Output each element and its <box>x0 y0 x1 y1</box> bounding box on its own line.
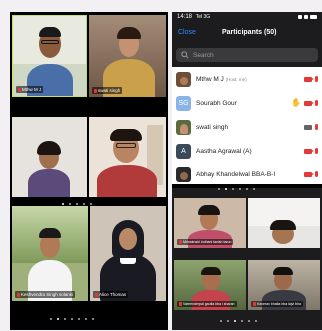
avatar <box>176 71 191 87</box>
muted-mic-icon <box>179 302 182 306</box>
video-off-icon[interactable] <box>304 100 314 106</box>
participant-name: Sourabh Gour <box>196 99 237 107</box>
person-hair <box>117 27 141 39</box>
participant-name-tag: Vareenderpal gautla bba i sharan <box>177 301 237 307</box>
participant-name-tag: Mrinaknshi lodhani tanish tarun <box>177 239 234 245</box>
participant-name-tag: swati singh <box>92 87 123 94</box>
person-head <box>119 228 137 250</box>
participant-name-tag: Keshvendra Singh solanki <box>15 291 76 298</box>
video-on-icon[interactable] <box>304 124 312 130</box>
muted-mic-icon[interactable] <box>315 171 318 177</box>
video-tile-5[interactable]: Keshvendra Singh solanki <box>12 206 88 301</box>
participant-row[interactable]: Mthw M J (Host, me) <box>172 67 322 91</box>
search-placeholder: Search <box>193 51 214 59</box>
muted-mic-icon <box>253 302 256 306</box>
video-off-icon[interactable] <box>304 171 314 177</box>
person-body <box>262 290 306 310</box>
participant-name-tag: Mthw M J <box>16 86 44 93</box>
video-tile-9[interactable]: Vareenderpal gautla bba i sharan <box>174 260 246 310</box>
video-tile-3[interactable] <box>12 117 87 197</box>
participant-row[interactable]: swati singh <box>172 115 322 139</box>
participant-row[interactable]: Abhay Khandelwal BBA-B-I <box>172 163 322 185</box>
person-hair <box>270 220 296 230</box>
avatar-initials: A <box>181 147 186 155</box>
person-body <box>97 165 157 197</box>
video-tile-10[interactable]: Kaverav bhatia bba lajvi bha <box>248 260 320 310</box>
person-glasses <box>116 143 136 148</box>
participant-name-tag: Alice Thomas <box>93 291 129 298</box>
person-body <box>192 290 230 310</box>
person-hair <box>39 27 61 37</box>
battery-icon <box>310 15 317 19</box>
person-body <box>28 169 70 197</box>
participant-row[interactable]: A Aastha Agrawal (A) <box>172 139 322 163</box>
status-bar: 14:18 Tel 3G <box>172 12 322 22</box>
participant-name: Aastha Agrawal (A) <box>196 147 252 155</box>
muted-mic-icon[interactable] <box>315 124 318 130</box>
muted-mic-icon[interactable] <box>315 100 318 106</box>
person-hair <box>37 141 61 155</box>
person-glasses <box>41 40 59 44</box>
video-tile-4[interactable] <box>89 117 166 197</box>
close-button[interactable]: Close <box>178 29 196 36</box>
video-off-icon[interactable] <box>304 148 314 154</box>
participant-name: swati singh <box>196 123 229 131</box>
avatar <box>176 119 191 135</box>
participant-name-tag: Kaverav bhatia bba lajvi bha <box>251 301 303 307</box>
status-time: 14:18 <box>177 14 193 20</box>
muted-mic-icon <box>95 292 98 297</box>
participants-title: Participants (50) <box>222 29 277 36</box>
notification-icon <box>298 15 302 19</box>
video-tile-7[interactable]: Mrinaknshi lodhani tanish tarun <box>174 198 246 248</box>
participants-list: Mthw M J (Host, me) SG Sourabh Gour ✋ sw… <box>172 67 322 185</box>
avatar: A <box>176 143 191 159</box>
right-phone-screen: 14:18 Tel 3G Close Participants (50) Sea… <box>172 12 322 330</box>
muted-mic-icon <box>179 240 182 244</box>
left-phone-screen: Mthw M J swati singh Keshvendra Singh so… <box>10 12 168 330</box>
video-off-icon[interactable] <box>304 76 314 82</box>
person-hair <box>273 267 293 275</box>
participant-role: (Host, me) <box>225 76 247 82</box>
avatar-initials: SG <box>178 99 189 107</box>
wifi-icon <box>304 15 308 19</box>
status-network: Tel 3G <box>195 14 211 20</box>
video-tile-1[interactable]: Mthw M J <box>12 15 87 97</box>
muted-mic-icon <box>94 88 97 93</box>
person-hair <box>110 129 142 141</box>
video-tile-2[interactable]: swati singh <box>89 15 166 97</box>
search-input[interactable]: Search <box>176 48 318 62</box>
participants-header: Close Participants (50) <box>172 25 322 43</box>
muted-mic-icon <box>18 87 21 92</box>
muted-mic-icon <box>17 292 20 297</box>
person-hair <box>39 228 61 238</box>
gallery-page-dots[interactable] <box>50 318 94 320</box>
gallery-page-dots[interactable] <box>62 203 92 205</box>
person-hair <box>201 267 221 275</box>
participant-row[interactable]: SG Sourabh Gour ✋ <box>172 91 322 115</box>
person-hair <box>198 205 220 215</box>
video-tile-8[interactable] <box>248 198 320 248</box>
search-icon <box>181 51 189 59</box>
gallery-page-dots[interactable] <box>220 320 257 322</box>
muted-mic-icon[interactable] <box>315 76 318 82</box>
participant-name: Mthw M J <box>196 75 224 83</box>
avatar: SG <box>176 95 191 111</box>
video-tile-6[interactable]: Alice Thomas <box>90 206 166 301</box>
participant-name: Abhay Khandelwal BBA-B-I <box>196 170 276 178</box>
avatar <box>176 166 191 182</box>
gallery-page-dots[interactable] <box>218 188 255 190</box>
muted-mic-icon[interactable] <box>315 148 318 154</box>
raised-hand-icon: ✋ <box>291 98 301 107</box>
